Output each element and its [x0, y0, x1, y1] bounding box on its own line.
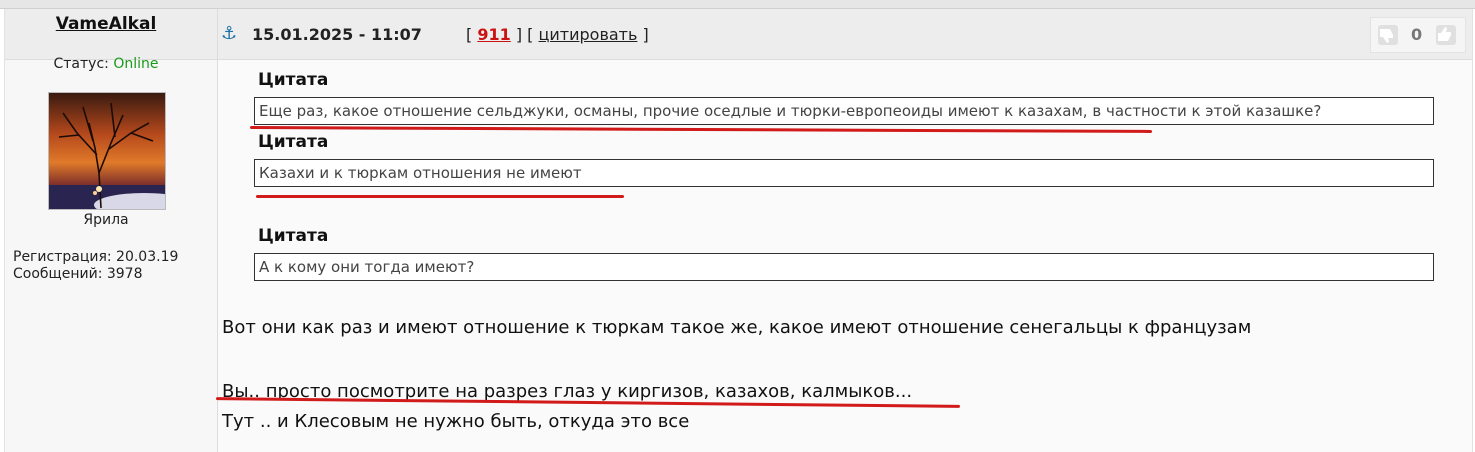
rating-count: 0 — [1411, 25, 1423, 44]
post-number-link[interactable]: 911 — [477, 25, 510, 44]
post-links: [ 911 ] [ цитировать ] — [466, 25, 649, 44]
thumb-down-icon[interactable] — [1378, 25, 1398, 45]
avatar-image — [49, 93, 165, 209]
thumb-up-icon[interactable] — [1436, 25, 1456, 45]
author-username-link[interactable]: VameAlkal — [0, 14, 212, 34]
quote-title-3: Цитата — [258, 226, 329, 246]
anchor-icon[interactable]: ⚓ — [221, 23, 237, 44]
quote-title-1: Цитата — [258, 70, 329, 90]
status-online: Online — [113, 56, 159, 72]
annotation-underline-2 — [256, 195, 624, 198]
post-body-line-3: Тут .. и Клесовым не нужно быть, откуда … — [222, 411, 690, 432]
author-stats: Регистрация: 20.03.19 Сообщений: 3978 — [13, 249, 178, 283]
quote-box-2: Казахи и к тюркам отношения не имеют — [254, 159, 1434, 187]
post-rating: 0 — [1370, 17, 1466, 53]
quote-text-1: Еще раз, какое отношение сельджуки, осма… — [259, 102, 1322, 120]
post-datetime: 15.01.2025 - 11:07 — [252, 25, 422, 44]
quote-title-2: Цитата — [258, 132, 329, 152]
author-rank: Ярила — [83, 212, 129, 228]
status-label: Статус: — [53, 56, 114, 72]
quote-box-3: А к кому они тогда имеют? — [254, 253, 1434, 281]
quote-text-2: Казахи и к тюркам отношения не имеют — [259, 164, 582, 182]
author-status: Статус: Online — [0, 56, 212, 72]
top-bar — [0, 0, 1475, 9]
post-body-line-1: Вот они как раз и имеют отношение к тюрк… — [222, 317, 1252, 338]
author-registration: Регистрация: 20.03.19 — [13, 249, 179, 265]
author-messages: Сообщений: 3978 — [13, 266, 143, 282]
quote-box-1: Еще раз, какое отношение сельджуки, осма… — [254, 97, 1434, 125]
quote-link[interactable]: цитировать — [538, 25, 637, 44]
avatar[interactable] — [48, 92, 166, 210]
quote-text-3: А к кому они тогда имеют? — [259, 258, 475, 276]
